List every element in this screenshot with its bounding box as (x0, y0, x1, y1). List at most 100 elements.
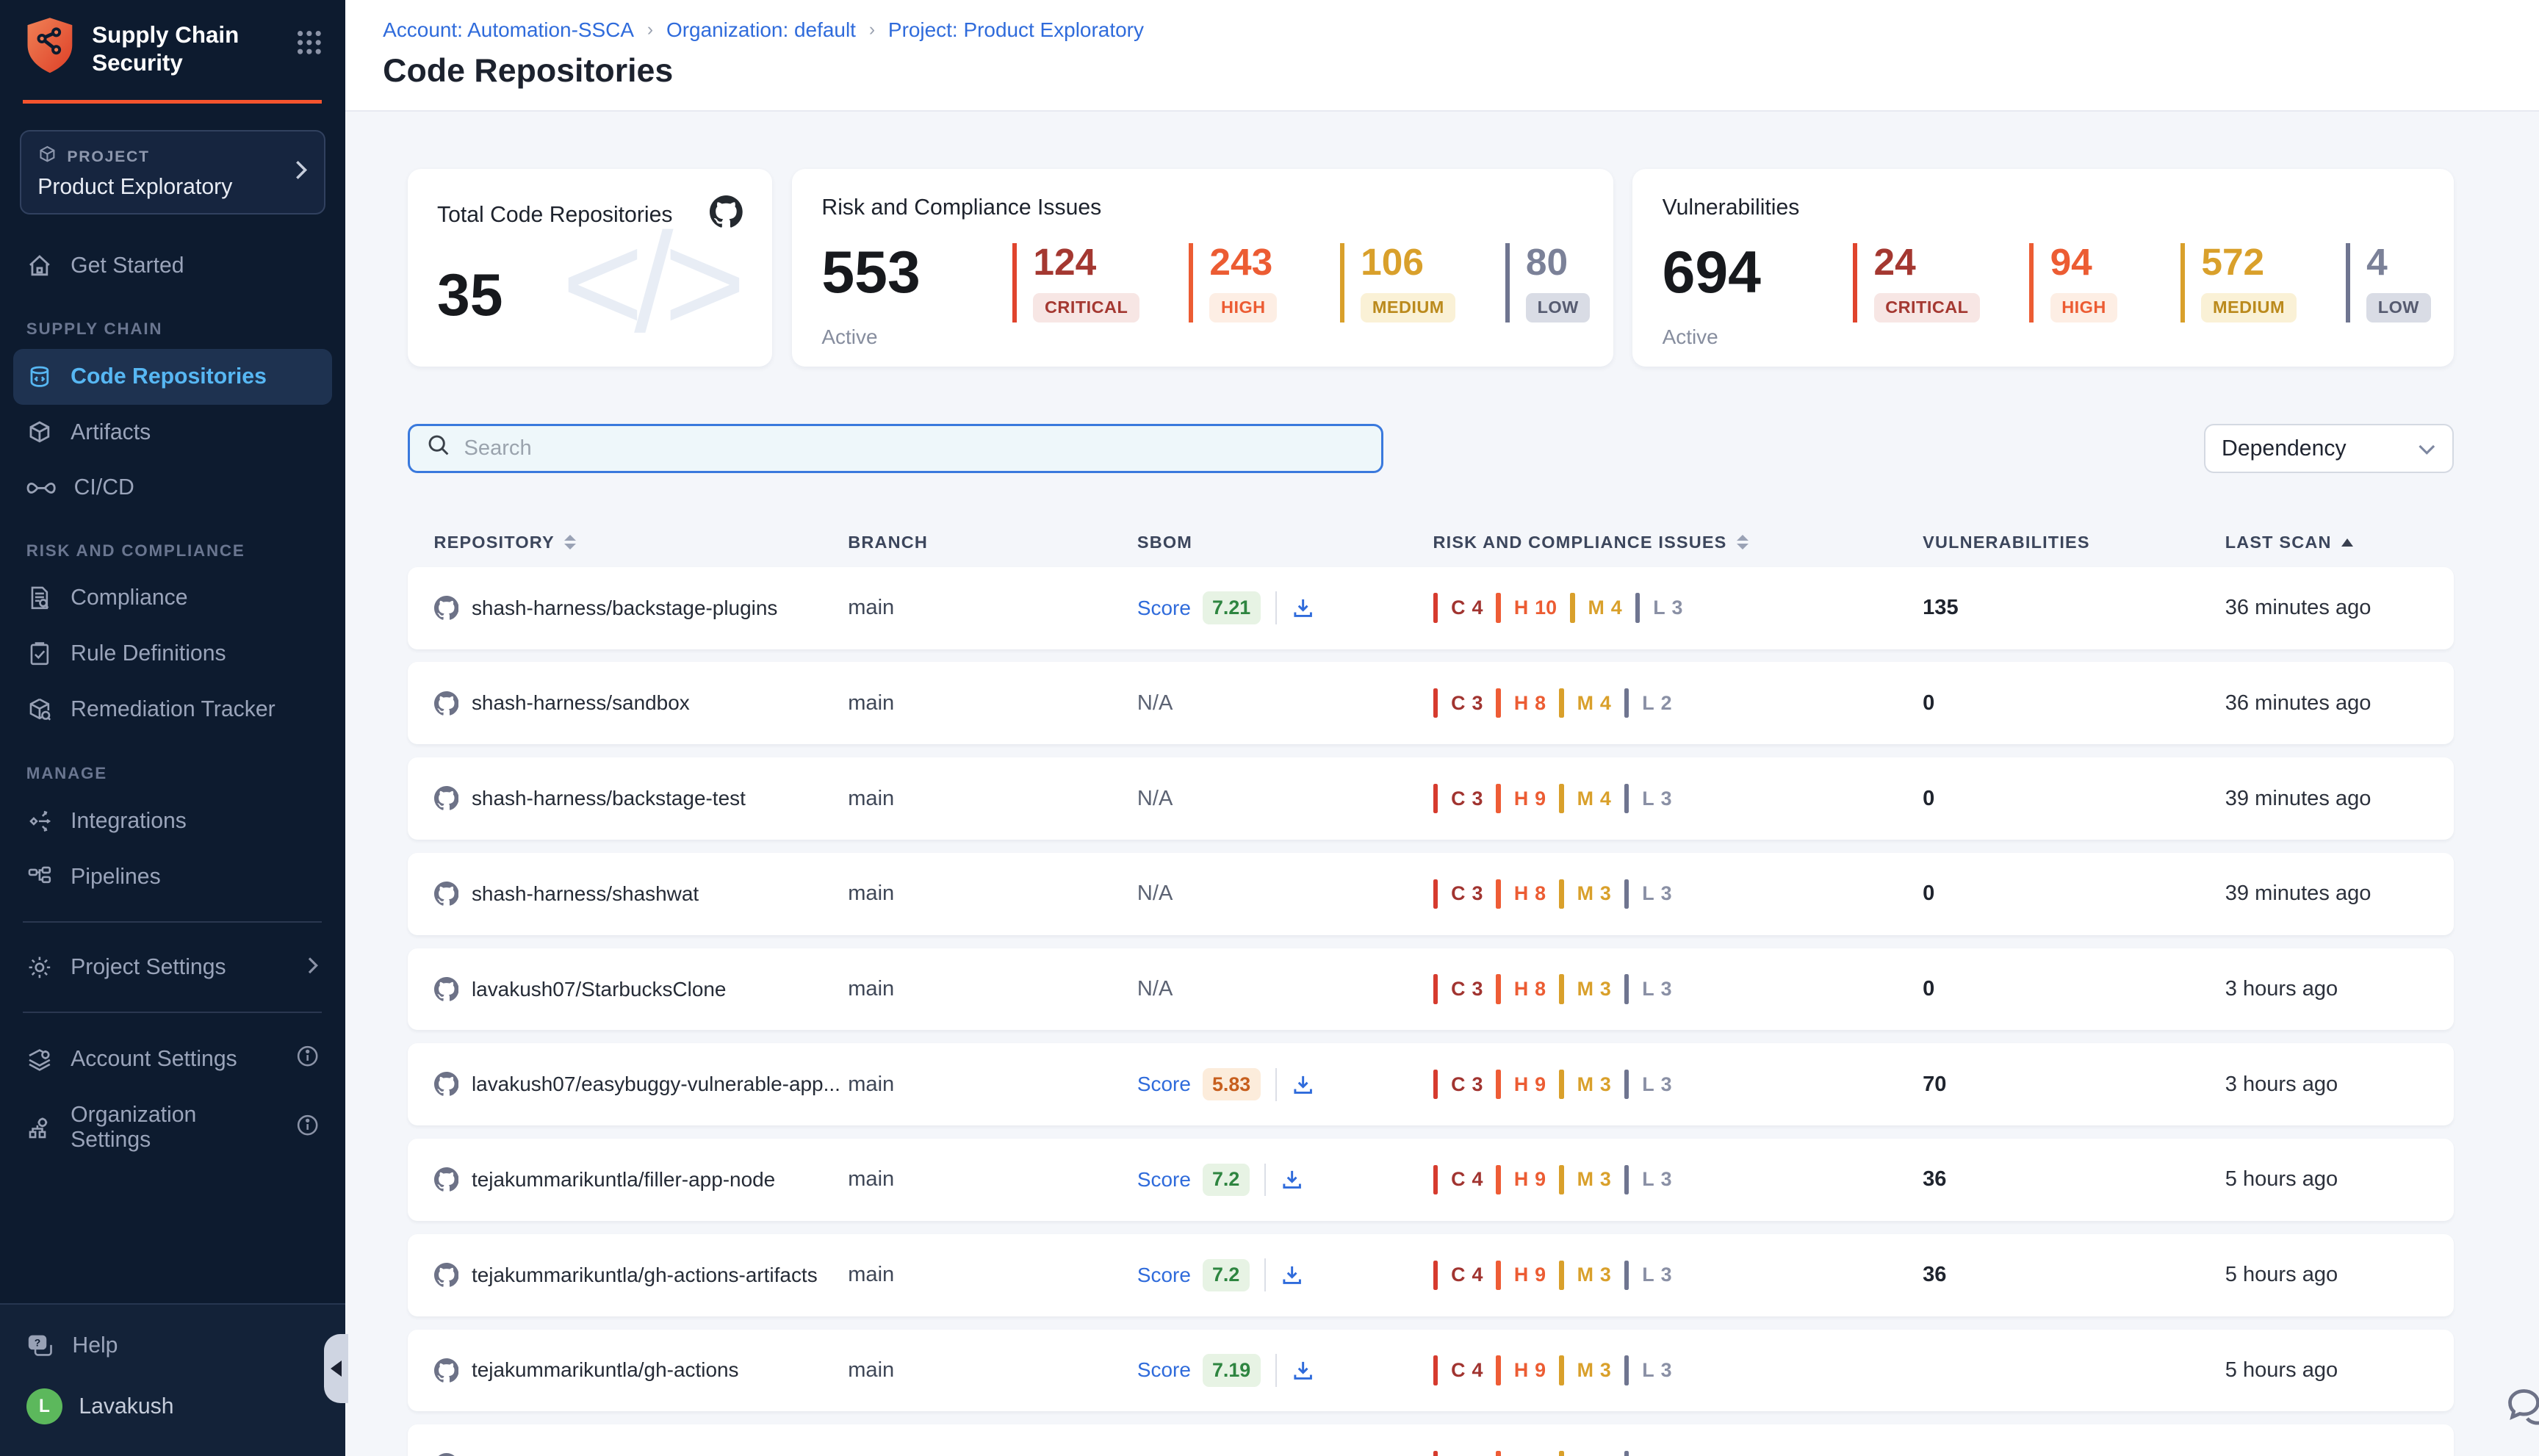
risk-active-label: Active (821, 325, 920, 349)
download-sbom-icon[interactable] (1292, 597, 1314, 619)
last-scan-value: 36 minutes ago (2225, 691, 2371, 716)
table-row[interactable]: shash-harness/shashwat main N/A C3H8M3L3… (408, 853, 2454, 935)
sbom-score-value: 7.2 (1203, 1259, 1250, 1291)
column-header-last-scan[interactable]: LAST SCAN (2225, 533, 2427, 552)
severity-bar (1433, 1070, 1438, 1099)
column-header-sbom[interactable]: SBOM (1137, 533, 1433, 552)
sort-icon (1737, 535, 1749, 549)
sbom-cell: N/A (1137, 691, 1433, 716)
severity-bar (1496, 593, 1501, 622)
search-input[interactable] (464, 436, 1366, 461)
table-row[interactable]: lavakush07/argocd-hub-spoke-demo main N/… (408, 1424, 2454, 1456)
svg-text:?: ? (35, 1337, 41, 1349)
severity-bar (1496, 1451, 1501, 1456)
sbom-score-label: Score (1137, 1358, 1191, 1382)
gear-icon (26, 954, 53, 981)
table-row[interactable]: lavakush07/StarbucksClone main N/A C3H8M… (408, 948, 2454, 1031)
repo-cell: tejakummarikuntla/filler-app-node (434, 1167, 849, 1192)
sidebar-item-help[interactable]: ? Help (0, 1318, 345, 1374)
sidebar-item-project-settings[interactable]: Project Settings (0, 940, 345, 995)
app-switcher-grid-icon[interactable] (296, 16, 323, 62)
document-search-icon (26, 585, 53, 611)
sbom-cell: Score7.21 (1137, 591, 1433, 624)
sidebar-item-get-started[interactable]: Get Started (0, 238, 345, 294)
breadcrumb-project[interactable]: Project: Product Exploratory (888, 18, 1144, 42)
sidebar-item-remediation-tracker[interactable]: Remediation Tracker (0, 682, 345, 738)
sidebar-item-account-settings[interactable]: Account Settings (0, 1030, 345, 1089)
repo-name: shash-harness/backstage-test (472, 787, 746, 810)
info-icon[interactable] (296, 1114, 319, 1142)
table-row[interactable]: tejakummarikuntla/filler-app-node main S… (408, 1139, 2454, 1221)
severity-bar (1496, 784, 1501, 813)
repo-name: tejakummarikuntla/filler-app-node (472, 1168, 775, 1192)
severity-value: 2 (1661, 692, 1672, 715)
support-chat-widget[interactable] (2503, 1383, 2539, 1443)
severity-badge: CRITICAL (1033, 293, 1139, 322)
sidebar-item-cicd[interactable]: CI/CD (0, 461, 345, 515)
table-row[interactable]: shash-harness/backstage-plugins main Sco… (408, 567, 2454, 649)
github-icon (710, 195, 743, 235)
column-header-branch[interactable]: BRANCH (848, 533, 1137, 552)
severity-value: 3 (1661, 978, 1672, 1001)
sidebar-item-rule-definitions[interactable]: Rule Definitions (0, 626, 345, 682)
severity-bar (1635, 593, 1641, 622)
table-row[interactable]: tejakummarikuntla/gh-actions main Score7… (408, 1330, 2454, 1412)
sidebar-divider (23, 921, 322, 923)
severity-letter: C (1451, 1359, 1465, 1382)
sidebar-item-artifacts[interactable]: Artifacts (0, 405, 345, 461)
github-icon (434, 786, 459, 811)
issues-cell: C3H9M4L3 (1433, 1451, 1923, 1456)
repo-cell: lavakush07/easybuggy-vulnerable-app... (434, 1072, 849, 1097)
table-row[interactable]: shash-harness/sandbox main N/A C3H8M4L2 … (408, 662, 2454, 744)
sidebar-item-pipelines[interactable]: Pipelines (0, 849, 345, 905)
breadcrumb-account[interactable]: Account: Automation-SSCA (383, 18, 634, 42)
sidebar-divider (23, 1012, 322, 1013)
integrations-icon (26, 808, 53, 835)
severity-high: 243 HIGH (1189, 243, 1291, 322)
code-repo-icon (26, 364, 53, 390)
table-row[interactable]: shash-harness/backstage-test main N/A C3… (408, 757, 2454, 840)
severity-letter: C (1451, 597, 1465, 619)
download-sbom-icon[interactable] (1281, 1264, 1303, 1286)
severity-value: 9 (1535, 1168, 1546, 1191)
column-header-repository[interactable]: REPOSITORY (434, 533, 849, 552)
column-header-vulnerabilities[interactable]: VULNERABILITIES (1923, 533, 2225, 552)
dependency-filter-dropdown[interactable]: Dependency (2204, 424, 2454, 473)
app-root: Supply ChainSecurity (0, 0, 2539, 1456)
severity-value: 3 (1600, 1168, 1611, 1191)
sort-icon (564, 535, 576, 549)
project-selector[interactable]: PROJECT Product Exploratory (20, 130, 325, 215)
table-row[interactable]: lavakush07/easybuggy-vulnerable-app... m… (408, 1043, 2454, 1125)
download-sbom-icon[interactable] (1281, 1168, 1303, 1191)
severity-letter: M (1577, 978, 1593, 1001)
download-sbom-icon[interactable] (1292, 1073, 1314, 1096)
card-title: Risk and Compliance Issues (821, 195, 1583, 220)
repo-name: lavakush07/argocd-hub-spoke-demo (472, 1454, 805, 1456)
search-icon (426, 433, 451, 464)
repo-name: tejakummarikuntla/gh-actions (472, 1358, 739, 1382)
severity-low: 4 LOW (2346, 243, 2448, 322)
sidebar-item-integrations[interactable]: Integrations (0, 793, 345, 849)
column-header-issues[interactable]: RISK AND COMPLIANCE ISSUES (1433, 533, 1923, 552)
severity-bar (1559, 1451, 1564, 1456)
sidebar-item-compliance[interactable]: Compliance (0, 570, 345, 626)
last-scan-value: 2 weeks ago (2225, 1454, 2345, 1456)
severity-count: 106 (1361, 243, 1455, 281)
severity-letter: M (1577, 692, 1593, 715)
severity-letter: H (1514, 1359, 1528, 1382)
severity-bar (1496, 1070, 1501, 1099)
user-menu[interactable]: L Lavakush (0, 1374, 345, 1439)
sidebar-item-organization-settings[interactable]: Organization Settings (0, 1088, 345, 1167)
sidebar-item-code-repositories[interactable]: Code Repositories (13, 349, 332, 405)
sidebar-collapse-handle[interactable] (324, 1334, 349, 1403)
repo-name: lavakush07/StarbucksClone (472, 978, 727, 1001)
breadcrumb-organization[interactable]: Organization: default (666, 18, 856, 42)
severity-bar (1559, 1165, 1564, 1194)
breadcrumb-separator-icon: › (869, 20, 875, 40)
severity-bar (1559, 784, 1564, 813)
table-row[interactable]: tejakummarikuntla/gh-actions-artifacts m… (408, 1234, 2454, 1316)
download-sbom-icon[interactable] (1292, 1359, 1314, 1382)
severity-bar (1433, 879, 1438, 909)
info-icon[interactable] (296, 1045, 319, 1073)
severity-count: 94 (2050, 243, 2131, 281)
